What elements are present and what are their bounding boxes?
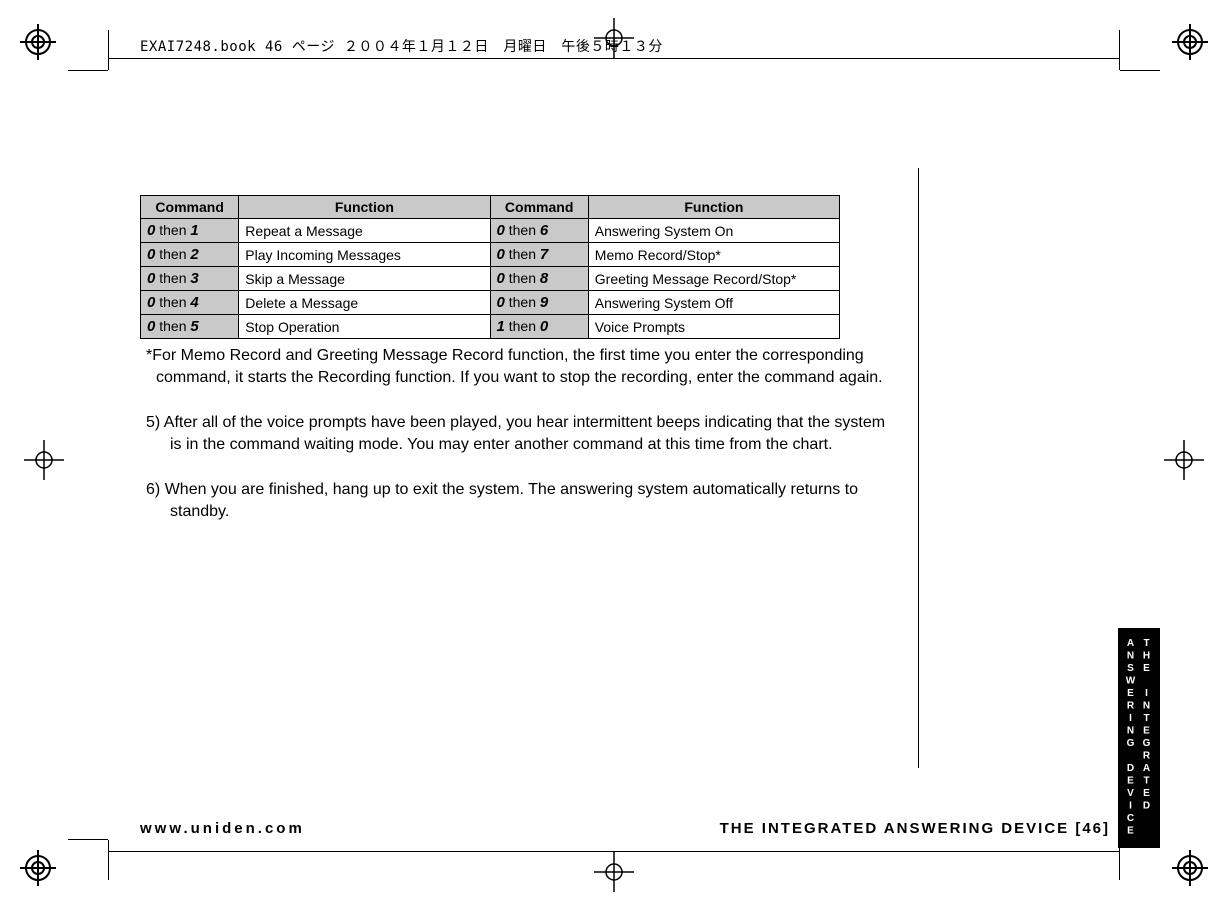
command-cell: 0 then 4 <box>141 291 239 315</box>
command-cell: 0 then 3 <box>141 267 239 291</box>
content-right-divider <box>918 168 919 768</box>
table-header-row: Command Function Command Function <box>141 196 840 219</box>
side-tab-text: THE INTEGRATED ANSWERING DEVICE <box>1122 638 1154 838</box>
step-5: 5) After all of the voice prompts have b… <box>140 412 900 455</box>
side-tab: THE INTEGRATED ANSWERING DEVICE <box>1118 628 1160 848</box>
function-cell: Memo Record/Stop* <box>588 243 839 267</box>
command-cell: 0 then 5 <box>141 315 239 339</box>
command-cell: 0 then 8 <box>490 267 588 291</box>
footer-url: www.uniden.com <box>140 820 305 837</box>
command-cell: 0 then 6 <box>490 219 588 243</box>
crop-cross-icon <box>1164 440 1204 480</box>
col-function: Function <box>588 196 839 219</box>
function-cell: Stop Operation <box>239 315 490 339</box>
col-command: Command <box>141 196 239 219</box>
crop-line <box>108 58 1120 59</box>
footer-section-title: THE INTEGRATED ANSWERING DEVICE [46] <box>720 820 1110 837</box>
footnote-text: For Memo Record and Greeting Message Rec… <box>152 347 882 386</box>
registration-mark-icon <box>1170 848 1210 888</box>
function-cell: Skip a Message <box>239 267 490 291</box>
function-cell: Delete a Message <box>239 291 490 315</box>
table-row: 0 then 1Repeat a Message0 then 6Answerin… <box>141 219 840 243</box>
step-number: 5) <box>146 414 160 431</box>
crop-line <box>108 840 109 880</box>
page-footer: www.uniden.com THE INTEGRATED ANSWERING … <box>140 820 1110 837</box>
function-cell: Greeting Message Record/Stop* <box>588 267 839 291</box>
table-row: 0 then 4Delete a Message0 then 9Answerin… <box>141 291 840 315</box>
registration-mark-icon <box>1170 22 1210 62</box>
content-area: Command Function Command Function 0 then… <box>140 195 900 523</box>
col-command: Command <box>490 196 588 219</box>
function-cell: Answering System Off <box>588 291 839 315</box>
crop-line <box>68 70 108 71</box>
crop-cross-icon <box>594 852 634 892</box>
registration-mark-icon <box>18 848 58 888</box>
table-row: 0 then 2Play Incoming Messages0 then 7Me… <box>141 243 840 267</box>
command-cell: 0 then 7 <box>490 243 588 267</box>
crop-line <box>108 30 109 70</box>
crop-line <box>108 851 1120 852</box>
col-function: Function <box>239 196 490 219</box>
function-cell: Answering System On <box>588 219 839 243</box>
step-text: When you are finished, hang up to exit t… <box>165 481 858 520</box>
page: EXAI7248.book 46 ページ ２００４年１月１２日 月曜日 午後５時… <box>0 0 1228 910</box>
document-header: EXAI7248.book 46 ページ ２００４年１月１２日 月曜日 午後５時… <box>140 36 663 56</box>
registration-mark-icon <box>18 22 58 62</box>
crop-line <box>1120 70 1160 71</box>
crop-line <box>1119 30 1120 70</box>
command-cell: 0 then 2 <box>141 243 239 267</box>
command-cell: 0 then 1 <box>141 219 239 243</box>
table-row: 0 then 3Skip a Message0 then 8Greeting M… <box>141 267 840 291</box>
command-cell: 0 then 9 <box>490 291 588 315</box>
step-text: After all of the voice prompts have been… <box>164 414 885 453</box>
command-cell: 1 then 0 <box>490 315 588 339</box>
function-cell: Repeat a Message <box>239 219 490 243</box>
footnote: *For Memo Record and Greeting Message Re… <box>140 345 900 388</box>
command-table: Command Function Command Function 0 then… <box>140 195 840 339</box>
step-6: 6) When you are finished, hang up to exi… <box>140 479 900 522</box>
table-row: 0 then 5Stop Operation1 then 0Voice Prom… <box>141 315 840 339</box>
function-cell: Play Incoming Messages <box>239 243 490 267</box>
function-cell: Voice Prompts <box>588 315 839 339</box>
step-number: 6) <box>146 481 160 498</box>
crop-line <box>68 839 108 840</box>
crop-cross-icon <box>24 440 64 480</box>
